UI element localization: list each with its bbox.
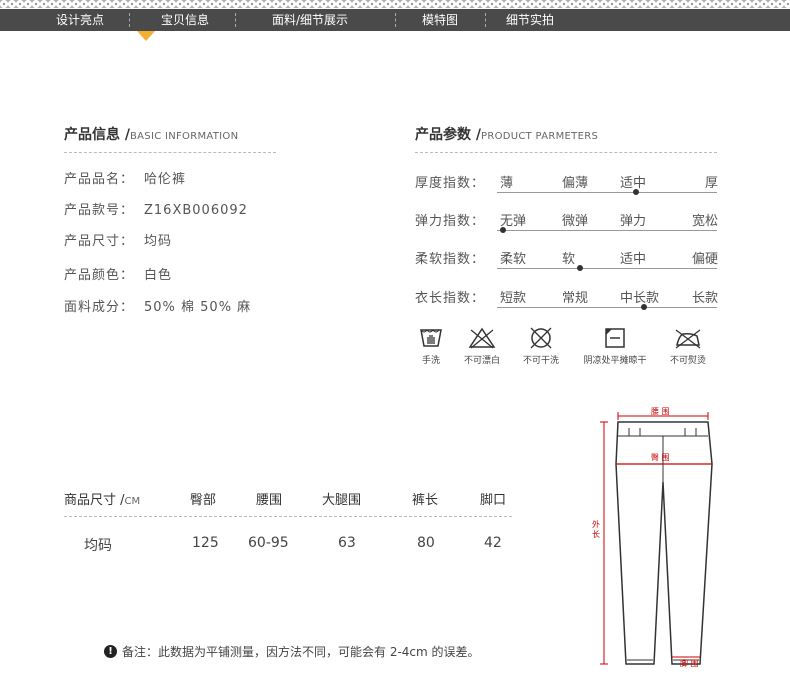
param-option: 偏薄 xyxy=(562,176,589,191)
warning-icon: ! xyxy=(104,645,117,658)
product-info-title: 产品信息 /BASIC INFORMATION xyxy=(64,127,239,143)
param-option: 偏硬 xyxy=(691,252,718,267)
tab-design-highlights[interactable]: 设计亮点 xyxy=(40,9,120,31)
tab-divider xyxy=(485,13,487,27)
diagram-label-length: 外长 xyxy=(592,520,600,539)
care-dry-flat-shade: 阴凉处平摊晾干 xyxy=(577,326,653,366)
param-scale-line xyxy=(497,268,717,269)
param-option: 宽松 xyxy=(691,214,718,229)
pants-measurement-diagram xyxy=(600,412,713,665)
param-option: 弹力 xyxy=(620,214,647,229)
param-label: 弹力指数： xyxy=(415,214,486,229)
size-header-hip: 臀部 xyxy=(190,493,217,508)
info-row-size: 产品尺寸： 均码 xyxy=(64,234,173,249)
dry-flat-shade-icon xyxy=(605,328,625,348)
no-bleach-icon xyxy=(468,327,496,349)
size-value-thigh: 63 xyxy=(338,535,356,551)
tab-fabric-details[interactable]: 面料/细节展示 xyxy=(250,9,370,31)
divider xyxy=(64,152,276,153)
param-option: 微弹 xyxy=(562,214,589,229)
info-row-color: 产品颜色： 白色 xyxy=(64,268,173,283)
no-dry-clean-icon xyxy=(530,327,552,349)
care-no-iron: 不可熨烫 xyxy=(663,326,713,366)
param-scale-line xyxy=(497,192,717,193)
care-no-dry-clean: 不可干洗 xyxy=(518,326,564,366)
size-header-waist: 腰围 xyxy=(256,493,283,508)
param-selected-marker xyxy=(500,227,506,233)
measurement-note: 备注：此数据为平铺测量，因方法不同，可能会有 2-4cm 的误差。 xyxy=(122,645,480,659)
param-scale-line xyxy=(497,307,717,308)
divider xyxy=(64,516,512,517)
diagram-label-hip: 臀 围 xyxy=(651,453,670,462)
size-value-waist: 60-95 xyxy=(248,535,289,551)
size-header-length: 裤长 xyxy=(412,493,439,508)
tab-divider xyxy=(395,13,397,27)
param-option: 软 xyxy=(562,252,576,267)
info-row-style-number: 产品款号： Z16XB006092 xyxy=(64,203,248,218)
param-scale-line xyxy=(497,230,717,231)
size-value-hip: 125 xyxy=(192,535,219,551)
no-iron-icon xyxy=(675,329,701,349)
tab-product-info[interactable]: 宝贝信息 xyxy=(140,9,230,31)
param-option: 适中 xyxy=(620,252,647,267)
hand-wash-icon xyxy=(420,329,442,347)
diagram-label-waist: 腰 围 xyxy=(651,407,670,416)
param-option: 薄 xyxy=(500,176,514,191)
param-option: 常规 xyxy=(562,291,589,306)
tab-model-photos[interactable]: 模特图 xyxy=(405,9,475,31)
param-label: 柔软指数： xyxy=(415,252,486,267)
size-row-label: 均码 xyxy=(84,538,112,554)
info-row-name: 产品品名： 哈伦裤 xyxy=(64,172,187,187)
tab-detail-photos[interactable]: 细节实拍 xyxy=(495,9,565,31)
param-selected-marker xyxy=(633,189,639,195)
tab-divider xyxy=(129,13,131,27)
active-tab-indicator xyxy=(137,31,155,41)
param-option: 适中 xyxy=(620,176,647,191)
param-option: 短款 xyxy=(500,291,527,306)
param-label: 厚度指数： xyxy=(415,176,486,191)
divider xyxy=(415,152,717,153)
param-option: 中长款 xyxy=(620,291,660,306)
param-option: 柔软 xyxy=(500,252,527,267)
size-header-thigh: 大腿围 xyxy=(322,493,362,508)
diagram-label-hem: 脚 围 xyxy=(680,659,699,668)
param-selected-marker xyxy=(641,304,647,310)
tab-divider xyxy=(235,13,237,27)
param-option: 长款 xyxy=(691,291,718,306)
param-label: 衣长指数： xyxy=(415,291,486,306)
care-no-bleach: 不可漂白 xyxy=(459,326,505,366)
info-row-material: 面料成分： 50% 棉 50% 麻 xyxy=(64,300,252,315)
nav-tabbar: 设计亮点 宝贝信息 面料/细节展示 模特图 细节实拍 xyxy=(0,9,790,31)
decorative-border xyxy=(0,0,790,8)
size-table-title: 商品尺寸 /CM xyxy=(64,493,141,508)
size-value-length: 80 xyxy=(417,535,435,551)
size-header-hem: 脚口 xyxy=(480,493,507,508)
product-params-title: 产品参数 /PRODUCT PARMETERS xyxy=(415,127,599,143)
param-selected-marker xyxy=(577,265,583,271)
care-hand-wash: 手洗 xyxy=(413,326,449,366)
param-option: 厚 xyxy=(704,176,718,191)
size-value-hem: 42 xyxy=(484,535,502,551)
